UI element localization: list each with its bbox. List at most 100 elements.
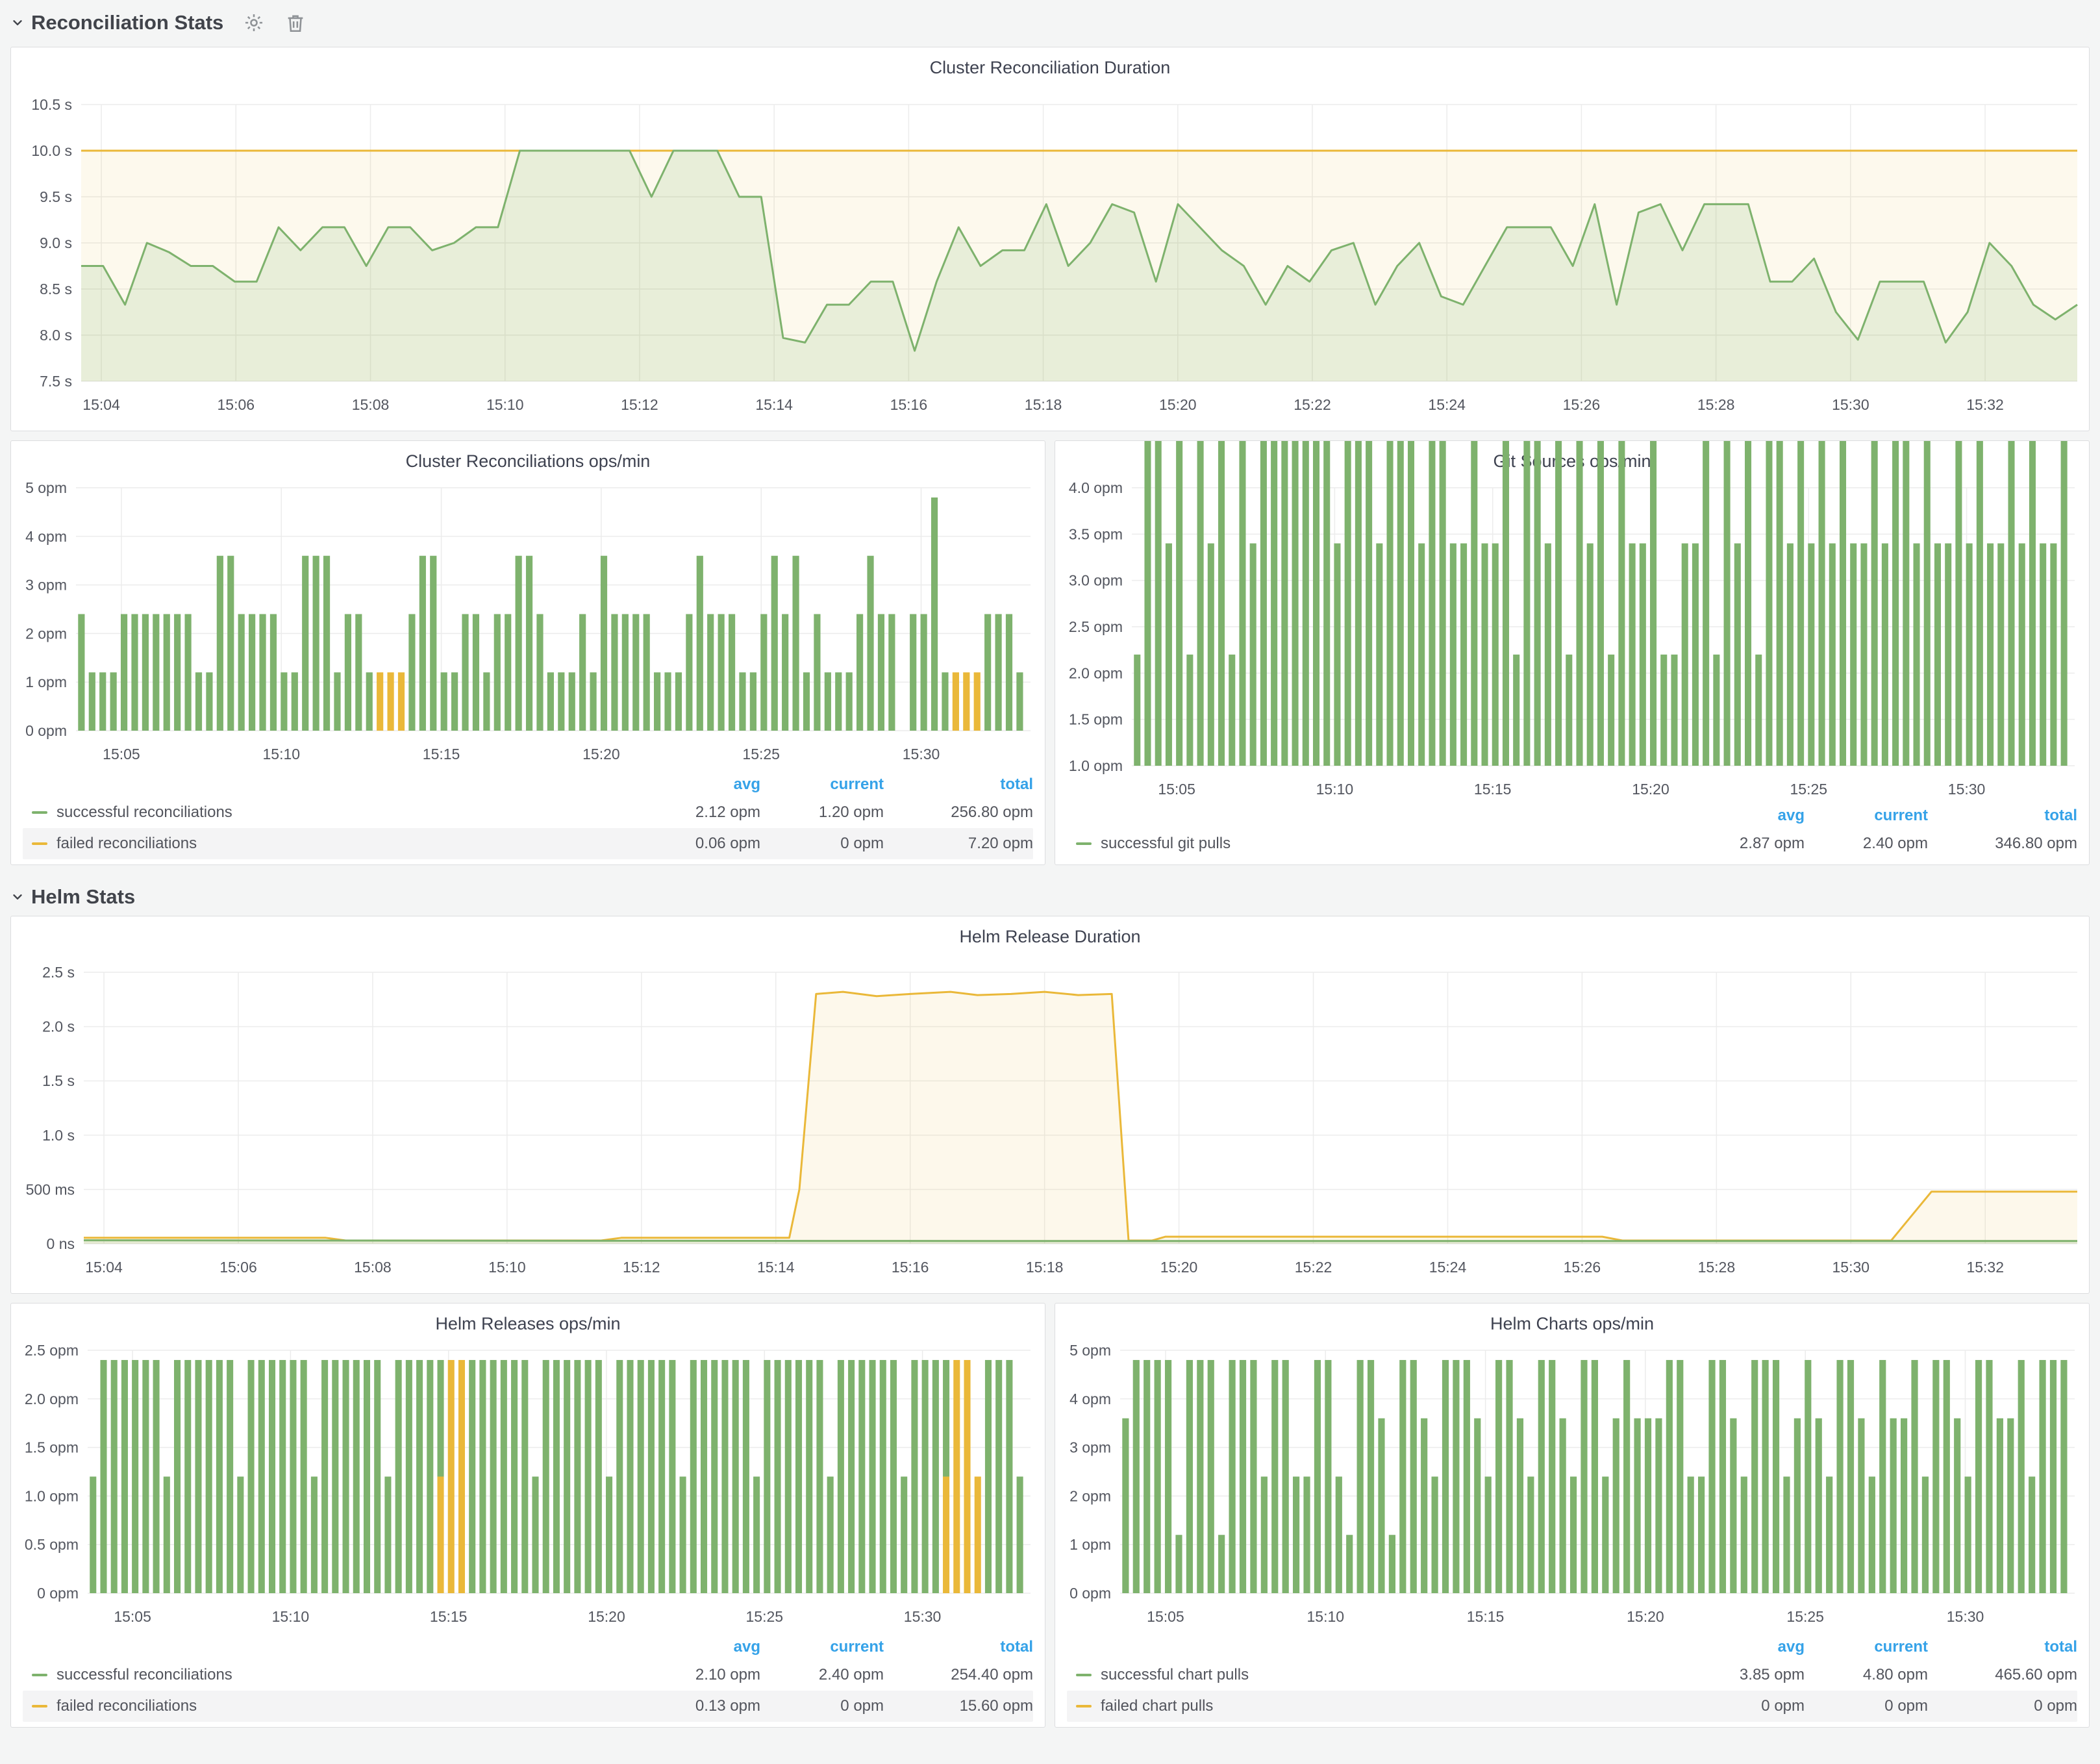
legend-row: successful chart pulls3.85 opm4.80 opm46… [1067,1659,2077,1691]
x-tick-label: 15:20 [1159,396,1197,413]
x-tick-label: 15:06 [218,396,255,413]
x-tick-label: 15:30 [1832,1259,1870,1276]
legend-header-avg[interactable]: avg [1681,807,1805,825]
legend-value-current: 4.80 opm [1805,1666,1928,1684]
x-tick-label: 15:25 [1786,1608,1824,1625]
x-tick-label: 15:05 [103,746,140,762]
chart-git-sources[interactable]: 1.0 opm1.5 opm2.0 opm2.5 opm3.0 opm3.5 o… [1055,441,2089,864]
gear-icon[interactable] [243,12,265,34]
series-color-swatch-icon [1076,1705,1092,1707]
series-label-text: successful reconciliations [56,803,232,822]
legend-value-current: 1.20 opm [760,803,884,822]
legend-header-current[interactable]: current [760,775,884,794]
x-tick-label: 15:04 [85,1259,123,1276]
x-tick-label: 15:30 [1948,781,1986,798]
legend-value-avg: 0.06 opm [637,835,760,853]
legend-row: successful reconciliations 2.10 opm2.40 o… [23,1659,1033,1691]
y-tick-label: 4 opm [25,528,67,545]
legend-header-row: avgcurrenttotal [1067,1635,2077,1659]
y-tick-label: 4 opm [1069,1391,1111,1407]
legend-row: failed reconciliations0.06 opm0 opm7.20 … [23,828,1033,859]
x-tick-label: 15:05 [1158,781,1195,798]
legend-series-label[interactable]: successful git pulls [1067,835,1681,853]
y-tick-label: 0 ns [47,1235,75,1252]
x-tick-label: 15:16 [892,1259,929,1276]
y-tick-label: 1 opm [1069,1536,1111,1553]
legend-value-avg: 2.10 opm [637,1666,760,1684]
chart-helm-release-duration[interactable]: 0 ns500 ms1.0 s1.5 s2.0 s2.5 s15:0415:06… [11,916,2089,1293]
trash-icon[interactable] [284,12,306,34]
y-tick-label: 9.5 s [40,188,72,205]
y-tick-label: 1.5 opm [25,1439,79,1456]
chevron-down-icon [10,16,25,30]
y-tick-label: 2 opm [1069,1487,1111,1504]
legend-header-total[interactable]: total [884,775,1033,794]
legend-header-total[interactable]: total [884,1638,1033,1656]
legend-row: failed reconciliations0.13 opm0 opm15.60… [23,1691,1033,1722]
legend-header-avg[interactable]: avg [1681,1638,1805,1656]
legend-row: successful reconciliations2.12 opm1.20 o… [23,797,1033,828]
legend-series-label[interactable]: failed reconciliations [23,1697,637,1715]
series-label-text: failed reconciliations [56,1697,197,1715]
legend-value-current: 2.40 opm [1805,835,1928,853]
legend-value-total: 256.80 opm [884,803,1033,822]
legend-header-total[interactable]: total [1928,807,2077,825]
x-tick-label: 15:24 [1428,396,1466,413]
y-tick-label: 1 opm [25,674,67,690]
x-tick-label: 15:14 [757,1259,795,1276]
legend-cluster-reconciliations: avgcurrenttotalsuccessful reconciliation… [23,772,1033,859]
legend-value-total: 7.20 opm [884,835,1033,853]
x-tick-label: 15:10 [486,396,524,413]
legend-helm-charts: avgcurrenttotalsuccessful chart pulls3.8… [1067,1635,2077,1722]
series-color-swatch-icon [32,1674,47,1676]
legend-value-current: 0 opm [1805,1697,1928,1715]
legend-value-avg: 2.87 opm [1681,835,1805,853]
x-tick-label: 15:18 [1025,396,1062,413]
chart-cluster-reconciliation-duration[interactable]: 7.5 s8.0 s8.5 s9.0 s9.5 s10.0 s10.5 s15:… [11,47,2089,431]
x-tick-label: 15:32 [1966,1259,2004,1276]
section-toggle-helm[interactable]: Helm Stats [10,885,135,909]
x-tick-label: 15:08 [352,396,390,413]
y-tick-label: 1.0 s [42,1127,75,1144]
y-tick-label: 3.0 opm [1069,572,1123,589]
x-tick-label: 15:10 [488,1259,526,1276]
legend-series-label[interactable]: failed chart pulls [1067,1697,1681,1715]
legend-header-current[interactable]: current [1805,1638,1928,1656]
x-tick-label: 15:15 [430,1608,468,1625]
x-tick-label: 15:20 [582,746,620,762]
x-tick-label: 15:05 [1147,1608,1184,1625]
series-label-text: successful reconciliations [56,1666,232,1684]
legend-header-current[interactable]: current [760,1638,884,1656]
legend-header-current[interactable]: current [1805,807,1928,825]
x-tick-label: 15:12 [621,396,658,413]
y-tick-label: 1.0 opm [25,1487,79,1504]
legend-header-avg[interactable]: avg [637,1638,760,1656]
x-tick-label: 15:20 [1632,781,1669,798]
legend-series-label[interactable]: successful chart pulls [1067,1666,1681,1684]
section-toggle-reconciliation[interactable]: Reconciliation Stats [10,11,223,34]
y-tick-label: 4.0 opm [1069,479,1123,496]
legend-value-current: 2.40 opm [760,1666,884,1684]
legend-header-total[interactable]: total [1928,1638,2077,1656]
y-tick-label: 5 opm [1069,1342,1111,1359]
legend-value-total: 0 opm [1928,1697,2077,1715]
legend-series-label[interactable]: successful reconciliations [23,803,637,822]
legend-header-row: avgcurrenttotal [23,772,1033,797]
section-title: Helm Stats [31,885,135,909]
y-tick-label: 10.5 s [31,96,72,113]
x-tick-label: 15:06 [219,1259,257,1276]
x-tick-label: 15:26 [1563,396,1601,413]
chevron-down-icon [10,890,25,904]
x-tick-label: 15:15 [1474,781,1512,798]
section-title: Reconciliation Stats [31,11,223,34]
y-tick-label: 2 opm [25,625,67,642]
legend-value-total: 254.40 opm [884,1666,1033,1684]
y-tick-label: 3.5 opm [1069,525,1123,542]
x-tick-label: 15:20 [1160,1259,1198,1276]
legend-value-total: 15.60 opm [884,1697,1033,1715]
y-tick-label: 2.0 s [42,1018,75,1035]
y-tick-label: 2.5 s [42,964,75,981]
legend-header-avg[interactable]: avg [637,775,760,794]
legend-series-label[interactable]: successful reconciliations [23,1666,637,1684]
legend-series-label[interactable]: failed reconciliations [23,835,637,853]
